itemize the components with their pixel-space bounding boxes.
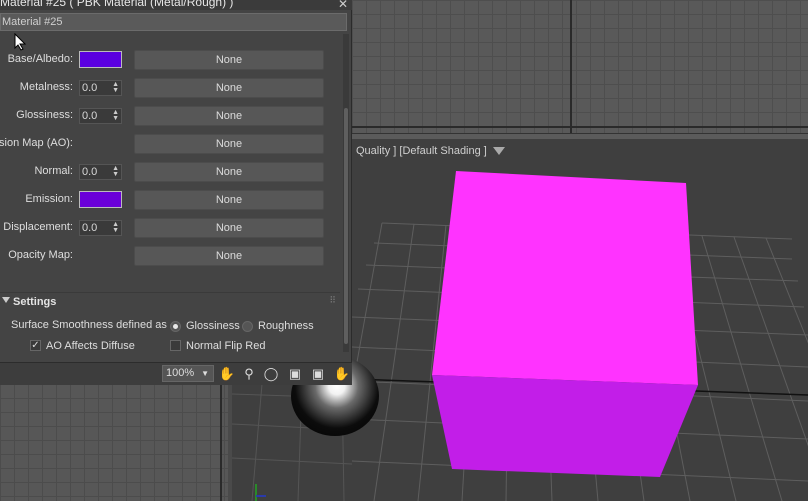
param-label: Metalness: — [19, 81, 73, 93]
material-editor-panel: Material #25 ( PBK Material (Metal/Rough… — [0, 0, 352, 385]
occlusion-map-button[interactable]: None — [134, 134, 324, 154]
param-label: Emission: — [25, 193, 73, 205]
glossiness-radio-label[interactable]: Glossiness — [186, 320, 240, 332]
metalness-map-button[interactable]: None — [134, 78, 324, 98]
normal-flip-red-checkbox[interactable] — [170, 340, 181, 351]
left-viewport[interactable] — [0, 384, 228, 501]
param-row-base-albedo: Base/Albedo: None — [0, 49, 340, 71]
metalness-spinner[interactable]: 0.0 ▲ ▼ — [79, 80, 122, 96]
collapse-triangle-icon[interactable] — [2, 297, 10, 303]
roughness-radio-label[interactable]: Roughness — [258, 320, 314, 332]
dialog-title: Material #25 ( PBK Material (Metal/Rough… — [0, 0, 234, 9]
pan-hand-icon[interactable]: ✋ — [218, 365, 236, 383]
top-viewport[interactable] — [352, 0, 808, 133]
ao-affects-diffuse-label[interactable]: AO Affects Diffuse — [46, 340, 135, 352]
param-row-glossiness: Glossiness: 0.0 ▲ ▼ None — [0, 105, 340, 127]
displacement-map-button[interactable]: None — [134, 218, 324, 238]
material-name-field[interactable]: Material #25 — [0, 13, 347, 31]
spinner-arrows-icon[interactable]: ▲ ▼ — [112, 221, 119, 234]
param-label: Displacement: — [3, 221, 73, 233]
param-row-metalness: Metalness: 0.0 ▲ ▼ None — [0, 77, 340, 99]
opacity-map-button[interactable]: None — [134, 246, 324, 266]
glossiness-radio[interactable] — [170, 321, 181, 332]
param-row-occlusion: Occlusion Map (AO): None — [0, 133, 340, 155]
spinner-arrows-icon[interactable]: ▲ ▼ — [112, 81, 119, 94]
param-label: Normal: — [34, 165, 73, 177]
normal-flip-red-label[interactable]: Normal Flip Red — [186, 340, 265, 352]
close-icon[interactable]: ✕ — [338, 0, 348, 10]
param-label: Occlusion Map (AO): — [0, 137, 73, 149]
zoom-icon[interactable]: ⚲ — [240, 365, 258, 383]
top-viewport-axis-horizontal — [352, 126, 808, 128]
top-viewport-axis-vertical — [570, 0, 572, 133]
emission-map-button[interactable]: None — [134, 190, 324, 210]
zoom-extents-selected-icon[interactable]: ▣ — [309, 365, 327, 383]
perspective-viewport[interactable]: Quality ] [Default Shading ] — [352, 139, 808, 501]
scrollbar-thumb[interactable] — [344, 108, 348, 344]
zoom-select[interactable]: 100% ▼ — [162, 365, 214, 382]
zoom-extents-icon[interactable]: ▣ — [286, 365, 304, 383]
settings-rollout-header[interactable]: Settings ⠿ — [0, 292, 340, 311]
zoom-region-icon[interactable]: ◯ — [262, 365, 280, 383]
spinner-arrows-icon[interactable]: ▲ ▼ — [112, 165, 119, 178]
smoothness-label: Surface Smoothness defined as — [11, 319, 167, 331]
param-label: Glossiness: — [16, 109, 73, 121]
displacement-spinner[interactable]: 0.0 ▲ ▼ — [79, 220, 122, 236]
param-row-displacement: Displacement: 0.0 ▲ ▼ None — [0, 217, 340, 239]
mouse-cursor-icon — [14, 33, 26, 51]
settings-title: Settings — [13, 296, 57, 308]
perspective-scene — [352, 171, 808, 501]
glossiness-spinner[interactable]: 0.0 ▲ ▼ — [79, 108, 122, 124]
normal-map-button[interactable]: None — [134, 162, 324, 182]
left-viewport-axis — [220, 384, 222, 501]
cube-front-face[interactable] — [432, 171, 698, 385]
normal-spinner[interactable]: 0.0 ▲ ▼ — [79, 164, 122, 180]
ao-affects-diffuse-checkbox[interactable]: ✓ — [30, 340, 41, 351]
param-row-opacity: Opacity Map: None — [0, 245, 340, 267]
base-map-button[interactable]: None — [134, 50, 324, 70]
roughness-radio[interactable] — [242, 321, 253, 332]
param-row-emission: Emission: None — [0, 189, 340, 211]
emission-color-swatch[interactable] — [79, 191, 122, 208]
chevron-down-icon[interactable]: ▼ — [201, 366, 209, 381]
base-color-swatch[interactable] — [79, 51, 122, 68]
param-row-normal: Normal: 0.0 ▲ ▼ None — [0, 161, 340, 183]
param-label: Opacity Map: — [8, 249, 73, 261]
param-label: Base/Albedo: — [7, 53, 73, 65]
spinner-arrows-icon[interactable]: ▲ ▼ — [112, 109, 119, 122]
grip-icon[interactable]: ⠿ — [329, 295, 336, 306]
cube-bottom-face[interactable] — [432, 375, 698, 477]
pan-view-icon[interactable]: ✋ — [333, 365, 351, 383]
left-viewport-grid — [0, 384, 228, 501]
glossiness-map-button[interactable]: None — [134, 106, 324, 126]
dialog-titlebar[interactable]: Material #25 ( PBK Material (Metal/Rough… — [0, 0, 352, 10]
panel-toolbar: 100% ▼ ✋ ⚲ ◯ ▣ ▣ ✋ — [0, 362, 352, 385]
